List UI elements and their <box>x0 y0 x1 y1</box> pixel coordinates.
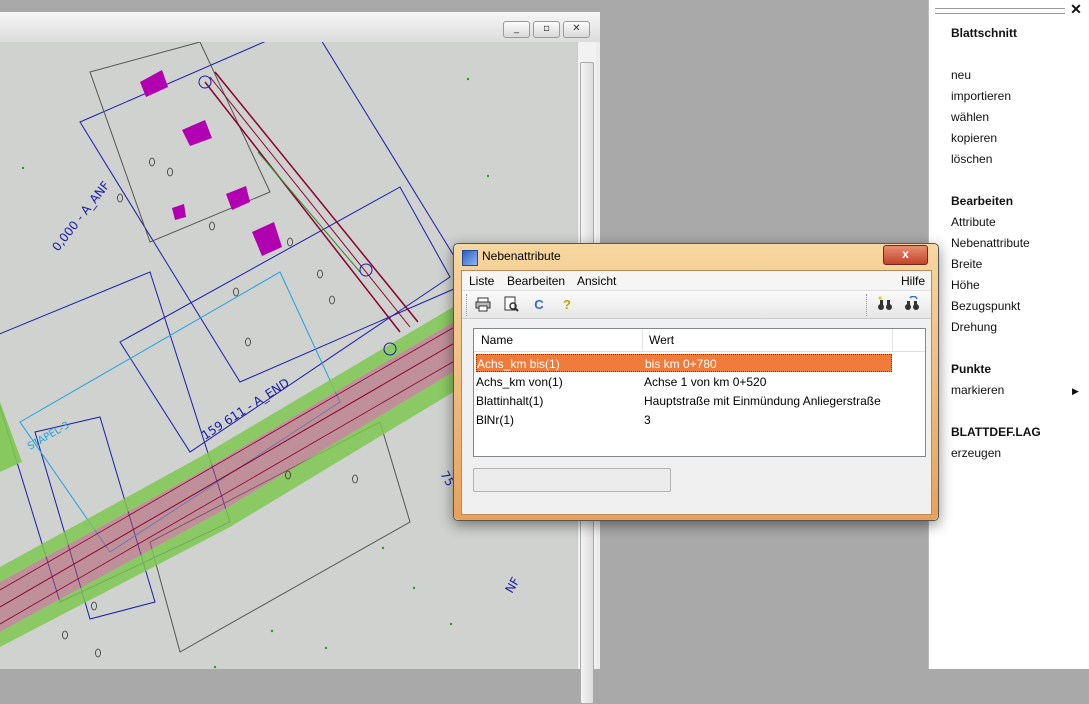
dialog-close-button[interactable]: x <box>883 245 928 265</box>
print-preview-icon[interactable] <box>502 296 520 314</box>
dialog-toolbar: C ? <box>462 291 931 319</box>
menu-liste[interactable]: Liste <box>469 274 494 288</box>
restore-button[interactable]: ▫ <box>533 21 560 38</box>
row-name: Blattinhalt(1) <box>476 394 544 408</box>
menu-ansicht[interactable]: Ansicht <box>577 274 616 288</box>
row-value: Hauptstraße mit Einmündung Anliegerstraß… <box>644 394 881 408</box>
list-row[interactable]: BlNr(1) 3 <box>476 411 892 429</box>
section-heading-punkte: Punkte <box>951 362 992 376</box>
section-heading-bearbeiten: Bearbeiten <box>951 194 1014 208</box>
menu-item-loeschen[interactable]: löschen <box>951 152 992 166</box>
side-panel: ✕ Blattschnitt neu importieren wählen ko… <box>928 0 1089 669</box>
menu-item-attribute[interactable]: Attribute <box>951 215 996 229</box>
menu-item-neu[interactable]: neu <box>951 68 971 82</box>
close-button[interactable]: ✕ <box>563 21 590 38</box>
menu-item-nebenattribute[interactable]: Nebenattribute <box>951 236 1030 250</box>
row-value: Achse 1 von km 0+520 <box>644 375 767 389</box>
dialog-body: Liste Bearbeiten Ansicht Hilfe C ? Name … <box>461 270 932 515</box>
nebenattribute-dialog: Nebenattribute x Liste Bearbeiten Ansich… <box>453 243 939 521</box>
menu-bearbeiten[interactable]: Bearbeiten <box>507 274 565 288</box>
menu-item-erzeugen[interactable]: erzeugen <box>951 446 1001 460</box>
toolbar-grip <box>466 294 469 316</box>
list-row[interactable]: Blattinhalt(1) Hauptstraße mit Einmündun… <box>476 392 892 410</box>
menu-item-waehlen[interactable]: wählen <box>951 110 989 124</box>
column-header-name[interactable]: Name <box>481 333 513 347</box>
minimize-button[interactable]: _ <box>503 21 530 38</box>
binoculars-refresh-icon[interactable] <box>903 295 921 314</box>
status-field <box>473 468 671 492</box>
menu-item-breite[interactable]: Breite <box>951 257 982 271</box>
list-row[interactable]: Achs_km bis(1) bis km 0+780 <box>476 354 892 372</box>
menu-item-kopieren[interactable]: kopieren <box>951 131 997 145</box>
panel-close-button[interactable]: ✕ <box>1069 2 1083 16</box>
row-value: bis km 0+780 <box>645 357 717 371</box>
list-header: Name Wert <box>474 329 925 352</box>
submenu-arrow-icon: ▶ <box>1072 386 1079 396</box>
dialog-title: Nebenattribute <box>482 249 561 263</box>
row-name: Achs_km bis(1) <box>477 357 560 371</box>
app-icon <box>462 250 478 266</box>
menu-item-drehung[interactable]: Drehung <box>951 320 997 334</box>
panel-grip[interactable] <box>929 0 1089 18</box>
menu-item-importieren[interactable]: importieren <box>951 89 1011 103</box>
section-heading-blattdef: BLATTDEF.LAG <box>951 425 1041 439</box>
map-window-titlebar: _ ▫ ✕ <box>0 12 600 42</box>
row-name: Achs_km von(1) <box>476 375 563 389</box>
help-icon[interactable]: ? <box>558 296 576 314</box>
section-heading-blattschnitt: Blattschnitt <box>951 26 1017 40</box>
column-header-wert[interactable]: Wert <box>649 333 674 347</box>
menu-item-bezugspunkt[interactable]: Bezugspunkt <box>951 299 1020 313</box>
toolbar-separator <box>866 294 869 316</box>
row-name: BlNr(1) <box>476 413 514 427</box>
printer-icon[interactable] <box>474 296 492 314</box>
dialog-menubar: Liste Bearbeiten Ansicht Hilfe <box>462 271 931 291</box>
menu-item-hoehe[interactable]: Höhe <box>951 278 980 292</box>
row-value: 3 <box>644 413 651 427</box>
refresh-icon[interactable]: C <box>530 296 548 314</box>
list-row[interactable]: Achs_km von(1) Achse 1 von km 0+520 <box>476 373 892 391</box>
attribute-list[interactable]: Name Wert Achs_km bis(1) bis km 0+780 Ac… <box>473 328 926 457</box>
menu-item-markieren[interactable]: markieren <box>951 383 1004 397</box>
menu-hilfe[interactable]: Hilfe <box>901 274 925 288</box>
binoculars-icon[interactable] <box>876 296 894 314</box>
